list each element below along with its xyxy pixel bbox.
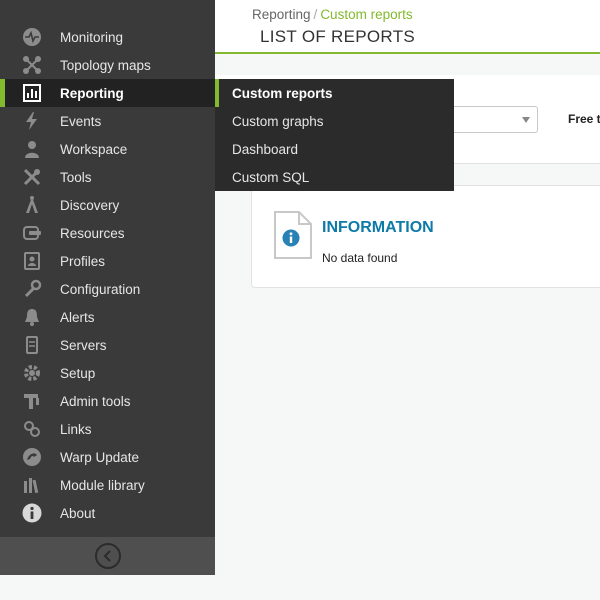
sidebar-item-tools[interactable]: Tools — [0, 163, 215, 191]
sidebar-footer — [0, 537, 215, 575]
admin-tools-icon — [21, 390, 43, 412]
sidebar-item-label: Monitoring — [60, 29, 124, 45]
sidebar-item-label: Resources — [60, 225, 125, 241]
sidebar-item-workspace[interactable]: Workspace — [0, 135, 215, 163]
sidebar-item-topology-maps[interactable]: Topology maps — [0, 51, 215, 79]
profiles-icon — [21, 250, 43, 272]
sidebar-item-events[interactable]: Events — [0, 107, 215, 135]
sidebar-item-alerts[interactable]: Alerts — [0, 303, 215, 331]
monitoring-icon — [21, 26, 43, 48]
sidebar-item-reporting[interactable]: Reporting — [0, 79, 215, 107]
sidebar-item-label: Tools — [60, 169, 92, 185]
tools-icon — [21, 166, 43, 188]
breadcrumb-parent[interactable]: Reporting — [252, 7, 311, 22]
sidebar-item-setup[interactable]: Setup — [0, 359, 215, 387]
servers-icon — [21, 334, 43, 356]
reporting-icon — [21, 82, 43, 104]
alerts-icon — [21, 306, 43, 328]
page-title: LIST OF REPORTS — [260, 27, 416, 46]
warp-update-icon — [21, 446, 43, 468]
sidebar-item-label: Warp Update — [60, 449, 140, 465]
sidebar-item-label: Workspace — [60, 141, 128, 157]
reporting-submenu: Custom reports Custom graphs Dashboard C… — [215, 79, 454, 191]
sidebar-item-label: Profiles — [60, 253, 106, 269]
breadcrumb-separator: / — [313, 7, 318, 22]
chevron-left-icon — [103, 550, 111, 562]
sidebar-item-label: About — [60, 505, 96, 521]
sidebar-item-profiles[interactable]: Profiles — [0, 247, 215, 275]
events-icon — [21, 110, 43, 132]
setup-icon — [21, 362, 43, 384]
sidebar-item-monitoring[interactable]: Monitoring — [0, 23, 215, 51]
sidebar-item-servers[interactable]: Servers — [0, 331, 215, 359]
sidebar-item-label: Servers — [60, 337, 107, 353]
submenu-item-label: Dashboard — [232, 141, 299, 157]
submenu-item-dashboard[interactable]: Dashboard — [215, 135, 454, 163]
sidebar-item-label: Alerts — [60, 309, 95, 325]
sidebar-item-warp-update[interactable]: Warp Update — [0, 443, 215, 471]
info-message: No data found — [322, 251, 398, 265]
info-document-icon — [274, 211, 312, 259]
sidebar-item-label: Discovery — [60, 197, 120, 213]
links-icon — [21, 418, 43, 440]
info-box: INFORMATION No data found — [251, 185, 600, 288]
breadcrumb-current[interactable]: Custom reports — [320, 7, 412, 22]
collapse-sidebar-button[interactable] — [94, 543, 121, 569]
sidebar-item-label: Setup — [60, 365, 96, 381]
free-text-label: Free t — [568, 112, 600, 126]
sidebar-item-label: Module library — [60, 477, 145, 493]
sidebar-item-label: Links — [60, 421, 92, 437]
submenu-item-label: Custom reports — [232, 85, 333, 101]
about-icon — [21, 502, 43, 524]
configuration-icon — [21, 278, 43, 300]
topology-icon — [21, 54, 43, 76]
submenu-item-custom-reports[interactable]: Custom reports — [215, 79, 454, 107]
sidebar-item-links[interactable]: Links — [0, 415, 215, 443]
sidebar-menu: Monitoring Topology maps Reporting Event… — [0, 23, 215, 527]
workspace-icon — [21, 138, 43, 160]
breadcrumb: Reporting / Custom reports — [252, 7, 413, 22]
discovery-icon — [21, 194, 43, 216]
submenu-item-label: Custom graphs — [232, 113, 324, 129]
info-title: INFORMATION — [322, 219, 434, 236]
sidebar-item-label: Reporting — [60, 85, 124, 101]
submenu-item-custom-graphs[interactable]: Custom graphs — [215, 107, 454, 135]
sidebar: Monitoring Topology maps Reporting Event… — [0, 0, 215, 575]
sidebar-item-label: Events — [60, 113, 102, 129]
submenu-item-custom-sql[interactable]: Custom SQL — [215, 163, 454, 191]
module-library-icon — [21, 474, 43, 496]
sidebar-item-configuration[interactable]: Configuration — [0, 275, 215, 303]
sidebar-item-discovery[interactable]: Discovery — [0, 191, 215, 219]
submenu-item-label: Custom SQL — [232, 169, 310, 185]
sidebar-item-module-library[interactable]: Module library — [0, 471, 215, 499]
sidebar-item-resources[interactable]: Resources — [0, 219, 215, 247]
sidebar-item-label: Topology maps — [60, 57, 151, 73]
chevron-down-icon — [522, 117, 530, 123]
resources-icon — [21, 222, 43, 244]
page-header: Reporting / Custom reports LIST OF REPORTS — [215, 0, 600, 54]
sidebar-item-about[interactable]: About — [0, 499, 215, 527]
sidebar-item-label: Configuration — [60, 281, 141, 297]
sidebar-item-label: Admin tools — [60, 393, 131, 409]
sidebar-item-admin-tools[interactable]: Admin tools — [0, 387, 215, 415]
